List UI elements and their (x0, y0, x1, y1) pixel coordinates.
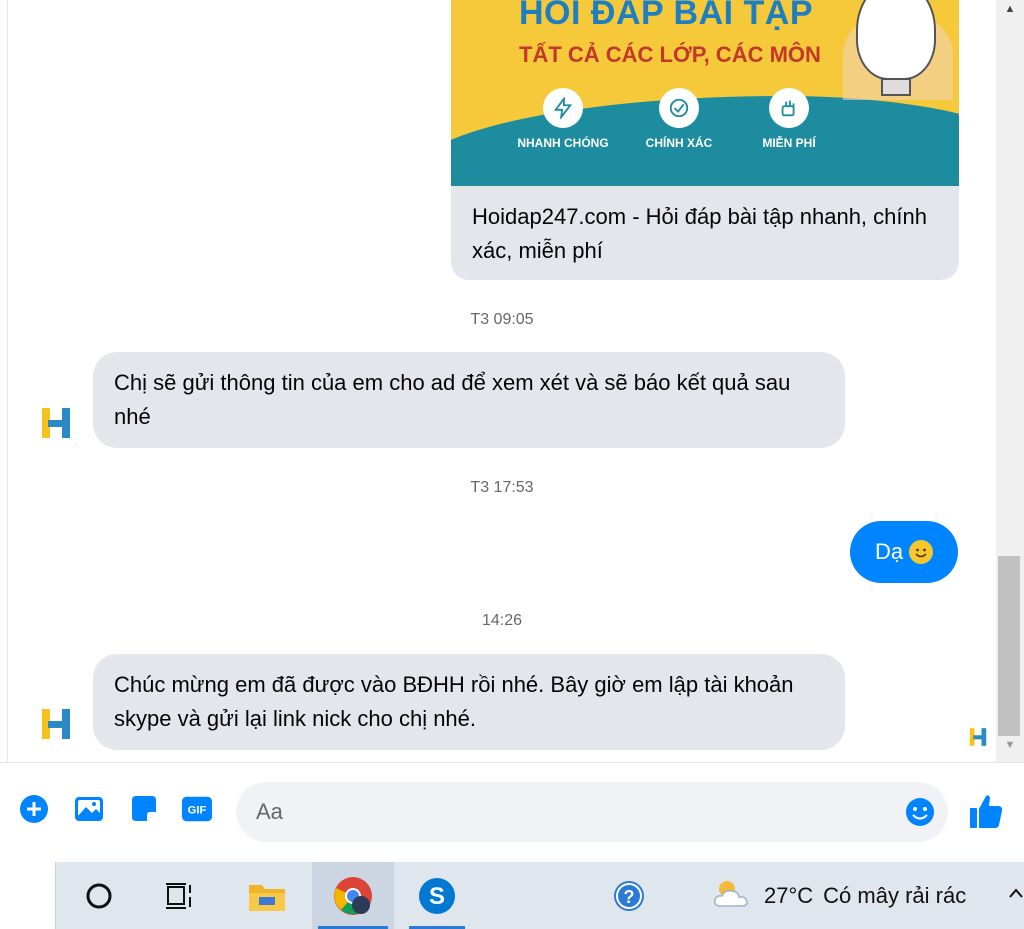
timestamp: T3 09:05 (470, 311, 534, 328)
feature-accurate: CHÍNH XÁC (619, 88, 739, 150)
lightbulb-icon (856, 0, 936, 80)
windows-taskbar: S ? 27°C Có mây rải rác (0, 862, 1024, 929)
add-icon[interactable] (18, 793, 50, 825)
task-view-icon[interactable] (152, 862, 208, 929)
taskbar-search-box[interactable] (0, 862, 56, 929)
chevron-up-icon[interactable] (1008, 884, 1024, 910)
outgoing-message-text: Dạ (874, 539, 904, 564)
left-panel-edge (0, 0, 8, 762)
scroll-thumb[interactable] (998, 556, 1020, 736)
gif-icon[interactable]: GIF (181, 793, 213, 825)
skype-icon[interactable]: S (403, 862, 471, 929)
hand-icon (769, 88, 809, 128)
cortana-icon[interactable] (72, 862, 126, 929)
messenger-window: HỎI ĐÁP BÀI TẬP TẤT CẢ CÁC LỚP, CÁC MÔN … (0, 0, 1024, 929)
incoming-message[interactable]: Chúc mừng em đã được vào BĐHH rồi nhé. B… (93, 654, 845, 750)
link-preview-image[interactable]: HỎI ĐÁP BÀI TẬP TẤT CẢ CÁC LỚP, CÁC MÔN … (451, 0, 959, 186)
chat-thread[interactable]: HỎI ĐÁP BÀI TẬP TẤT CẢ CÁC LỚP, CÁC MÔN … (8, 0, 996, 762)
chrome-icon[interactable] (312, 862, 394, 929)
image-icon[interactable] (73, 793, 105, 825)
banner-subtitle: TẤT CẢ CÁC LỚP, CÁC MÔN (519, 42, 821, 67)
file-explorer-icon[interactable] (238, 862, 296, 929)
sender-avatar[interactable] (38, 405, 74, 441)
skype-letter: S (429, 883, 445, 910)
message-input[interactable] (256, 782, 876, 842)
feature-label: NHANH CHÓNG (517, 136, 609, 150)
like-icon[interactable] (968, 791, 1004, 831)
emoji-icon[interactable] (904, 796, 936, 828)
message-input-box[interactable] (236, 782, 948, 842)
feature-label: CHÍNH XÁC (645, 136, 713, 150)
message-composer: GIF (0, 762, 1024, 862)
outgoing-message[interactable]: Dạ (850, 521, 958, 583)
check-icon (659, 88, 699, 128)
sticker-icon[interactable] (128, 793, 160, 825)
sender-avatar[interactable] (38, 706, 74, 742)
scroll-down-arrow-icon[interactable]: ▼ (996, 736, 1024, 754)
link-preview-card[interactable]: HỎI ĐÁP BÀI TẬP TẤT CẢ CÁC LỚP, CÁC MÔN … (451, 0, 959, 280)
chat-scrollbar[interactable]: ▲ ▼ (996, 0, 1024, 762)
link-preview-title[interactable]: Hoidap247.com - Hỏi đáp bài tập nhanh, c… (472, 200, 942, 268)
feature-free: MIỄN PHÍ (729, 88, 849, 150)
help-icon[interactable]: ? (605, 862, 653, 929)
weather-widget[interactable]: 27°C Có mây rải rác (712, 862, 966, 929)
timestamp: T3 17:53 (470, 479, 534, 496)
feature-label: MIỄN PHÍ (762, 136, 816, 150)
banner-title: HỎI ĐÁP BÀI TẬP (519, 0, 814, 32)
smile-emoji-icon (909, 540, 934, 564)
incoming-message[interactable]: Chị sẽ gửi thông tin của em cho ad để xe… (93, 352, 845, 448)
weather-icon (712, 876, 752, 916)
weather-condition: Có mây rải rác (823, 882, 967, 908)
lightning-icon (543, 88, 583, 128)
feature-fast: NHANH CHÓNG (503, 88, 623, 150)
scroll-up-arrow-icon[interactable]: ▲ (996, 0, 1024, 18)
lightbulb-base (881, 78, 911, 96)
gif-label: GIF (188, 805, 207, 817)
seen-avatar-icon (968, 727, 988, 747)
weather-temperature: 27°C (764, 882, 814, 908)
svg-text:?: ? (624, 887, 635, 907)
timestamp: 14:26 (481, 612, 523, 629)
